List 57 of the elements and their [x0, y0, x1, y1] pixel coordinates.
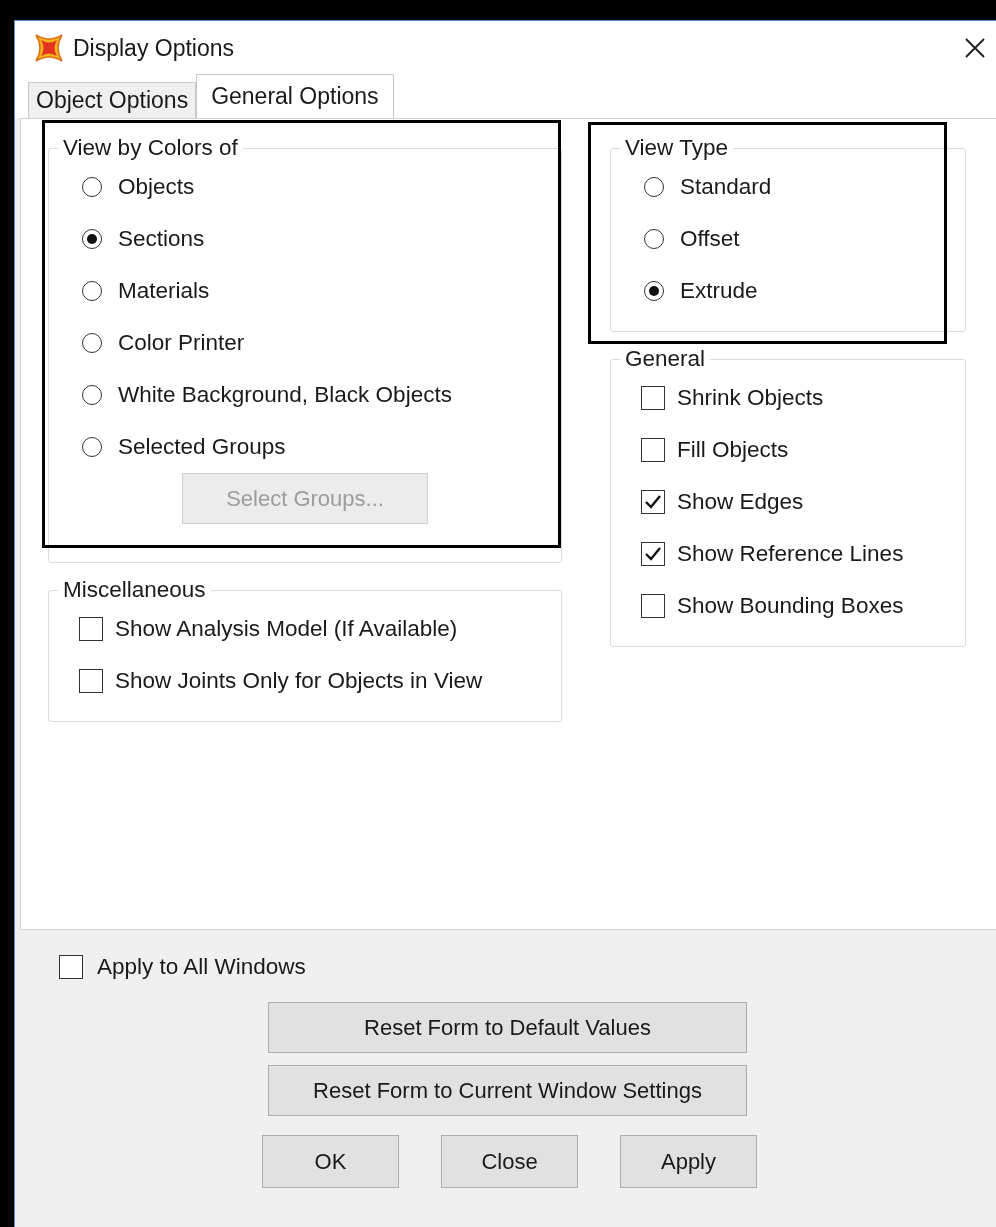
group-title: General	[624, 346, 707, 372]
radio-option[interactable]: Materials	[82, 278, 210, 304]
option-label: Color Printer	[118, 330, 245, 356]
tab[interactable]: Object Options	[28, 82, 197, 118]
option-label: Show Edges	[677, 489, 804, 515]
group-title: Miscellaneous	[62, 577, 207, 603]
radio-button[interactable]	[82, 229, 102, 249]
radio-button[interactable]	[82, 333, 102, 353]
tab[interactable]: General Options	[196, 74, 394, 118]
radio-option[interactable]: Color Printer	[82, 330, 245, 356]
app-icon	[35, 34, 63, 62]
checkbox[interactable]	[79, 617, 103, 641]
checkbox[interactable]	[641, 490, 665, 514]
option-label: Objects	[118, 174, 195, 200]
dialog-button[interactable]: OK	[262, 1135, 399, 1188]
radio-option[interactable]: Extrude	[644, 278, 758, 304]
reset-button[interactable]: Reset Form to Current Window Settings	[268, 1065, 747, 1116]
option-label: Shrink Objects	[677, 385, 824, 411]
checkbox-option[interactable]: Apply to All Windows	[59, 954, 306, 980]
checkbox[interactable]	[641, 594, 665, 618]
option-label: Standard	[680, 174, 772, 200]
radio-button[interactable]	[644, 229, 664, 249]
checkbox[interactable]	[79, 669, 103, 693]
reset-button[interactable]: Reset Form to Default Values	[268, 1002, 747, 1053]
radio-option[interactable]: Objects	[82, 174, 195, 200]
checkbox[interactable]	[641, 386, 665, 410]
option-label: Fill Objects	[677, 437, 789, 463]
radio-option[interactable]: Selected Groups	[82, 434, 286, 460]
radio-button[interactable]	[644, 177, 664, 197]
radio-button[interactable]	[82, 437, 102, 457]
option-label: Selected Groups	[118, 434, 286, 460]
checkbox[interactable]	[641, 438, 665, 462]
window-title: Display Options	[73, 34, 236, 62]
group-title: View Type	[624, 135, 729, 161]
checkbox[interactable]	[641, 542, 665, 566]
dialog-button[interactable]: Close	[441, 1135, 578, 1188]
radio-button[interactable]	[82, 281, 102, 301]
checkbox-option[interactable]: Fill Objects	[641, 437, 789, 463]
dialog-button[interactable]: Apply	[620, 1135, 757, 1188]
checkbox[interactable]	[59, 955, 83, 979]
radio-button[interactable]	[82, 177, 102, 197]
option-label: Sections	[118, 226, 205, 252]
option-label: Apply to All Windows	[97, 954, 306, 980]
check-icon	[644, 494, 662, 510]
check-icon	[644, 546, 662, 562]
option-label: Materials	[118, 278, 210, 304]
radio-option[interactable]: Sections	[82, 226, 205, 252]
radio-button[interactable]	[82, 385, 102, 405]
radio-option[interactable]: Standard	[644, 174, 772, 200]
checkbox-option[interactable]: Show Edges	[641, 489, 804, 515]
option-label: Extrude	[680, 278, 758, 304]
option-label: Offset	[680, 226, 740, 252]
checkbox-option[interactable]: Shrink Objects	[641, 385, 824, 411]
radio-option[interactable]: Offset	[644, 226, 740, 252]
group-title: View by Colors of	[62, 135, 239, 161]
radio-button[interactable]	[644, 281, 664, 301]
close-icon[interactable]	[964, 37, 986, 59]
